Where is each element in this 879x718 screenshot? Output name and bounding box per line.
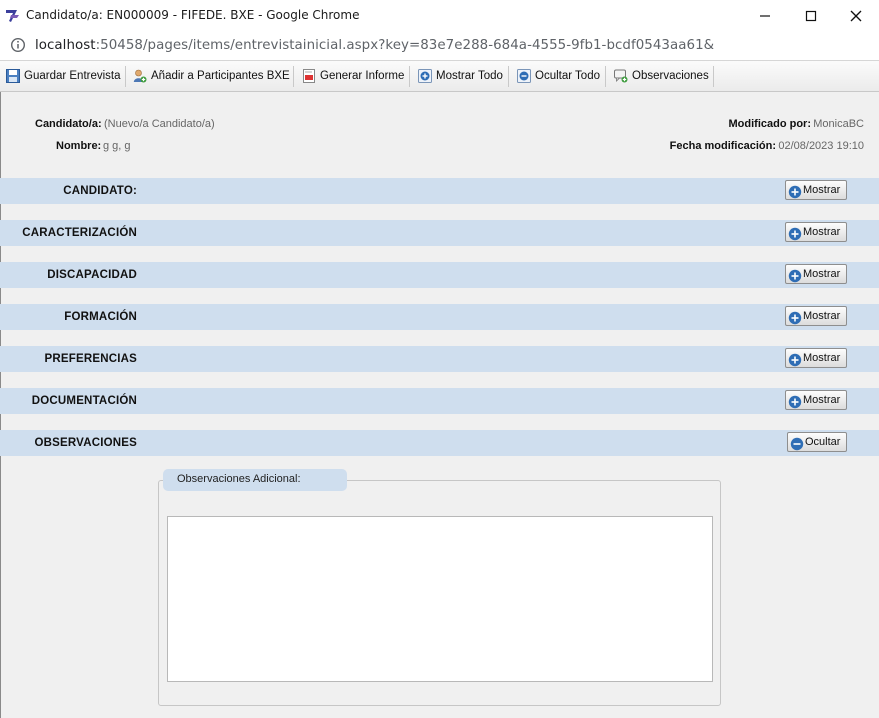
mostrar-label: Mostrar: [803, 226, 841, 238]
maximize-icon: [805, 10, 817, 22]
modificado-value: MonicaBC: [813, 118, 864, 130]
section-title: CARACTERIZACIÓN: [22, 227, 137, 239]
candidato-label: Candidato/a:: [35, 118, 102, 130]
toolbar: Guardar Entrevista Añadir a Participante…: [0, 61, 879, 92]
add-comment-icon: [614, 69, 628, 83]
mostrar-formacion-button[interactable]: Mostrar: [785, 306, 848, 326]
plus-icon: [788, 185, 802, 198]
toolbar-separator: [605, 66, 606, 87]
nombre-value: g g, g: [103, 140, 131, 152]
section-candidato: CANDIDATO: Mostrar: [0, 178, 879, 204]
generar-informe-button[interactable]: Generar Informe: [302, 61, 404, 91]
anadir-label: Añadir a Participantes BXE: [151, 70, 290, 82]
ocultar-label: Ocultar: [805, 436, 841, 448]
app-logo-icon: [6, 10, 19, 22]
toolbar-separator: [713, 66, 714, 87]
url-text[interactable]: localhost:50458/pages/items/entrevistain…: [35, 38, 714, 53]
mostrar-label: Mostrar: [803, 310, 841, 322]
observaciones-label: Observaciones: [632, 70, 709, 82]
mostrar-preferencias-button[interactable]: Mostrar: [785, 348, 848, 368]
observaciones-legend: Observaciones Adicional:: [163, 469, 347, 491]
nombre-label: Nombre:: [56, 140, 102, 152]
generar-label: Generar Informe: [320, 70, 405, 82]
section-observaciones: OBSERVACIONES Ocultar: [0, 430, 879, 456]
collapse-all-icon: [517, 69, 531, 83]
window-title: Candidato/a: EN000009 - FIFEDE. BXE - Go…: [26, 8, 360, 22]
ocultar-todo-button[interactable]: Ocultar Todo: [517, 61, 600, 91]
mostrar-candidato-button[interactable]: Mostrar: [785, 180, 848, 200]
minimize-button[interactable]: [742, 0, 788, 32]
mostrar-label: Mostrar: [803, 268, 841, 280]
section-documentacion: DOCUMENTACIÓN Mostrar: [0, 388, 879, 414]
save-icon: [6, 69, 20, 83]
modificado-label: Modificado por:: [728, 118, 812, 130]
mostrar-label: Mostrar: [803, 394, 841, 406]
section-title: PREFERENCIAS: [44, 353, 137, 365]
pdf-document-icon: [303, 69, 315, 83]
section-title: DISCAPACIDAD: [47, 269, 137, 281]
info-icon[interactable]: [10, 37, 26, 53]
mostrar-label: Mostrar: [803, 352, 841, 364]
url-path: :50458/pages/items/entrevistainicial.asp…: [95, 38, 715, 53]
url-host: localhost: [35, 38, 96, 53]
ocultar-todo-label: Ocultar Todo: [535, 70, 600, 82]
fecha-value: 02/08/2023 19:10: [778, 140, 864, 152]
mostrar-documentacion-button[interactable]: Mostrar: [785, 390, 848, 410]
fecha-label: Fecha modificación:: [669, 140, 776, 152]
toolbar-separator: [409, 66, 410, 87]
plus-icon: [788, 395, 802, 408]
guardar-label: Guardar Entrevista: [24, 70, 121, 82]
expand-all-icon: [418, 69, 432, 83]
plus-icon: [788, 311, 802, 324]
observaciones-legend-label: Observaciones Adicional:: [177, 473, 301, 485]
mostrar-label: Mostrar: [803, 184, 841, 196]
mostrar-todo-button[interactable]: Mostrar Todo: [418, 61, 503, 91]
ocultar-observaciones-button[interactable]: Ocultar: [787, 432, 848, 452]
plus-icon: [788, 269, 802, 282]
address-bar[interactable]: localhost:50458/pages/items/entrevistain…: [0, 32, 879, 61]
toolbar-separator: [508, 66, 509, 87]
section-caracterizacion: CARACTERIZACIÓN Mostrar: [0, 220, 879, 246]
add-user-icon: [133, 69, 147, 83]
mostrar-caracterizacion-button[interactable]: Mostrar: [785, 222, 848, 242]
minus-icon: [790, 437, 804, 450]
maximize-button[interactable]: [788, 0, 834, 32]
section-discapacidad: DISCAPACIDAD Mostrar: [0, 262, 879, 288]
section-preferencias: PREFERENCIAS Mostrar: [0, 346, 879, 372]
section-title: OBSERVACIONES: [34, 437, 137, 449]
section-title: CANDIDATO:: [63, 185, 137, 197]
plus-icon: [788, 353, 802, 366]
toolbar-separator: [293, 66, 294, 87]
minimize-icon: [760, 15, 770, 17]
observaciones-textarea[interactable]: [167, 516, 713, 682]
candidato-value: (Nuevo/a Candidato/a): [104, 118, 215, 130]
section-formacion: FORMACIÓN Mostrar: [0, 304, 879, 330]
guardar-entrevista-button[interactable]: Guardar Entrevista: [6, 61, 121, 91]
title-bar: Candidato/a: EN000009 - FIFEDE. BXE - Go…: [0, 0, 879, 32]
close-button[interactable]: [833, 0, 879, 32]
observaciones-button[interactable]: Observaciones: [614, 61, 709, 91]
anadir-participantes-button[interactable]: Añadir a Participantes BXE: [133, 61, 290, 91]
toolbar-separator: [125, 66, 126, 87]
plus-icon: [788, 227, 802, 240]
mostrar-todo-label: Mostrar Todo: [436, 70, 503, 82]
section-title: FORMACIÓN: [64, 311, 137, 323]
section-title: DOCUMENTACIÓN: [31, 395, 137, 407]
mostrar-discapacidad-button[interactable]: Mostrar: [785, 264, 848, 284]
close-icon: [850, 10, 862, 22]
